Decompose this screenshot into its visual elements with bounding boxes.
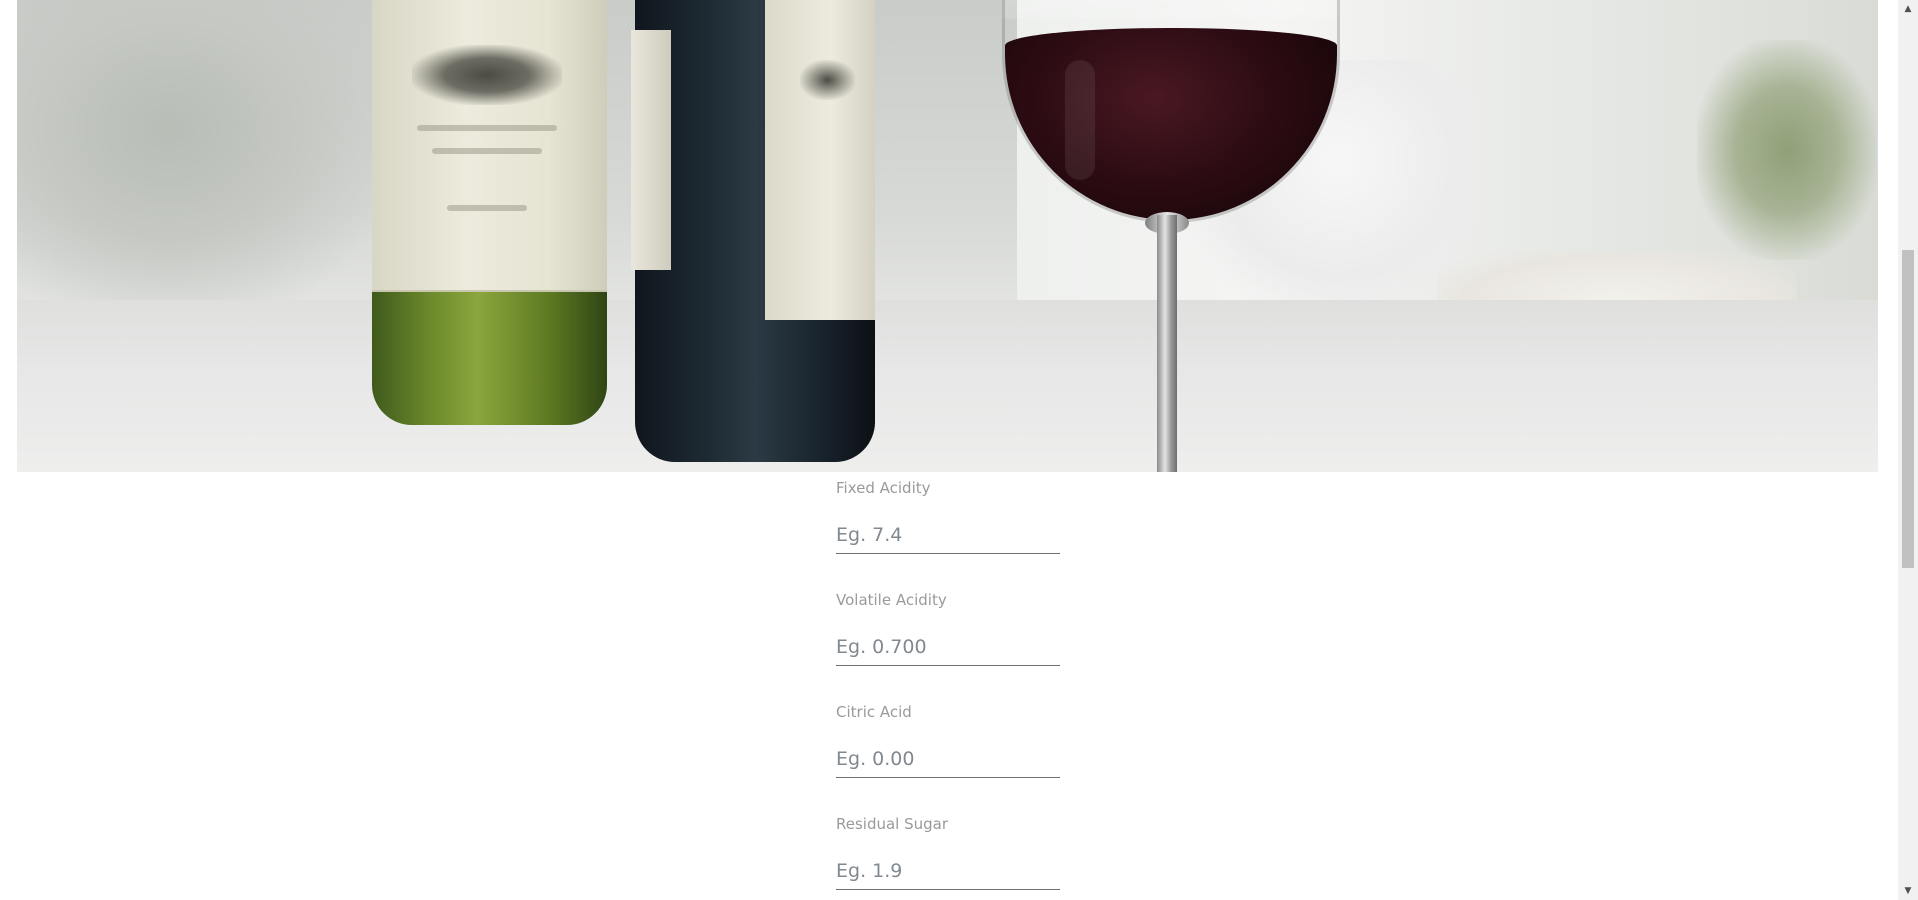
bottle-crest xyxy=(412,45,562,105)
background-blur xyxy=(17,0,397,320)
hero-wine-image xyxy=(17,0,1878,472)
residual-sugar-input[interactable] xyxy=(836,852,1060,890)
fixed-acidity-input[interactable] xyxy=(836,516,1060,554)
white-wine-bottle xyxy=(372,0,607,425)
glass-shine xyxy=(1065,60,1095,180)
vertical-scrollbar[interactable]: ▲ ▼ xyxy=(1898,0,1918,900)
volatile-acidity-input[interactable] xyxy=(836,628,1060,666)
label-text-line xyxy=(432,148,542,154)
label-text-line xyxy=(447,205,527,211)
scroll-down-arrow-icon[interactable]: ▼ xyxy=(1898,882,1918,900)
field-citric-acid: Citric Acid xyxy=(836,696,1060,808)
scroll-up-arrow-icon[interactable]: ▲ xyxy=(1898,0,1918,18)
bottle-crest xyxy=(800,60,855,100)
red-wine-bottle xyxy=(631,0,875,462)
bottle-label xyxy=(765,0,875,320)
volatile-acidity-label: Volatile Acidity xyxy=(836,591,947,609)
citric-acid-label: Citric Acid xyxy=(836,703,912,721)
bottle-side-label xyxy=(631,30,671,270)
residual-sugar-label: Residual Sugar xyxy=(836,815,949,833)
scrollbar-thumb[interactable] xyxy=(1902,250,1914,568)
fixed-acidity-label: Fixed Acidity xyxy=(836,479,931,497)
field-fixed-acidity: Fixed Acidity xyxy=(836,472,1060,584)
background-plant xyxy=(1697,40,1877,260)
wine-glass-stem xyxy=(1157,215,1177,472)
citric-acid-input[interactable] xyxy=(836,740,1060,778)
bottle-label xyxy=(372,0,607,292)
field-residual-sugar: Residual Sugar xyxy=(836,808,1060,900)
label-text-line xyxy=(417,125,557,131)
field-volatile-acidity: Volatile Acidity xyxy=(836,584,1060,696)
table-surface xyxy=(17,300,1878,472)
page: Fixed Acidity Volatile Acidity Citric Ac… xyxy=(0,0,1918,900)
wine-quality-form: Fixed Acidity Volatile Acidity Citric Ac… xyxy=(836,472,1060,900)
